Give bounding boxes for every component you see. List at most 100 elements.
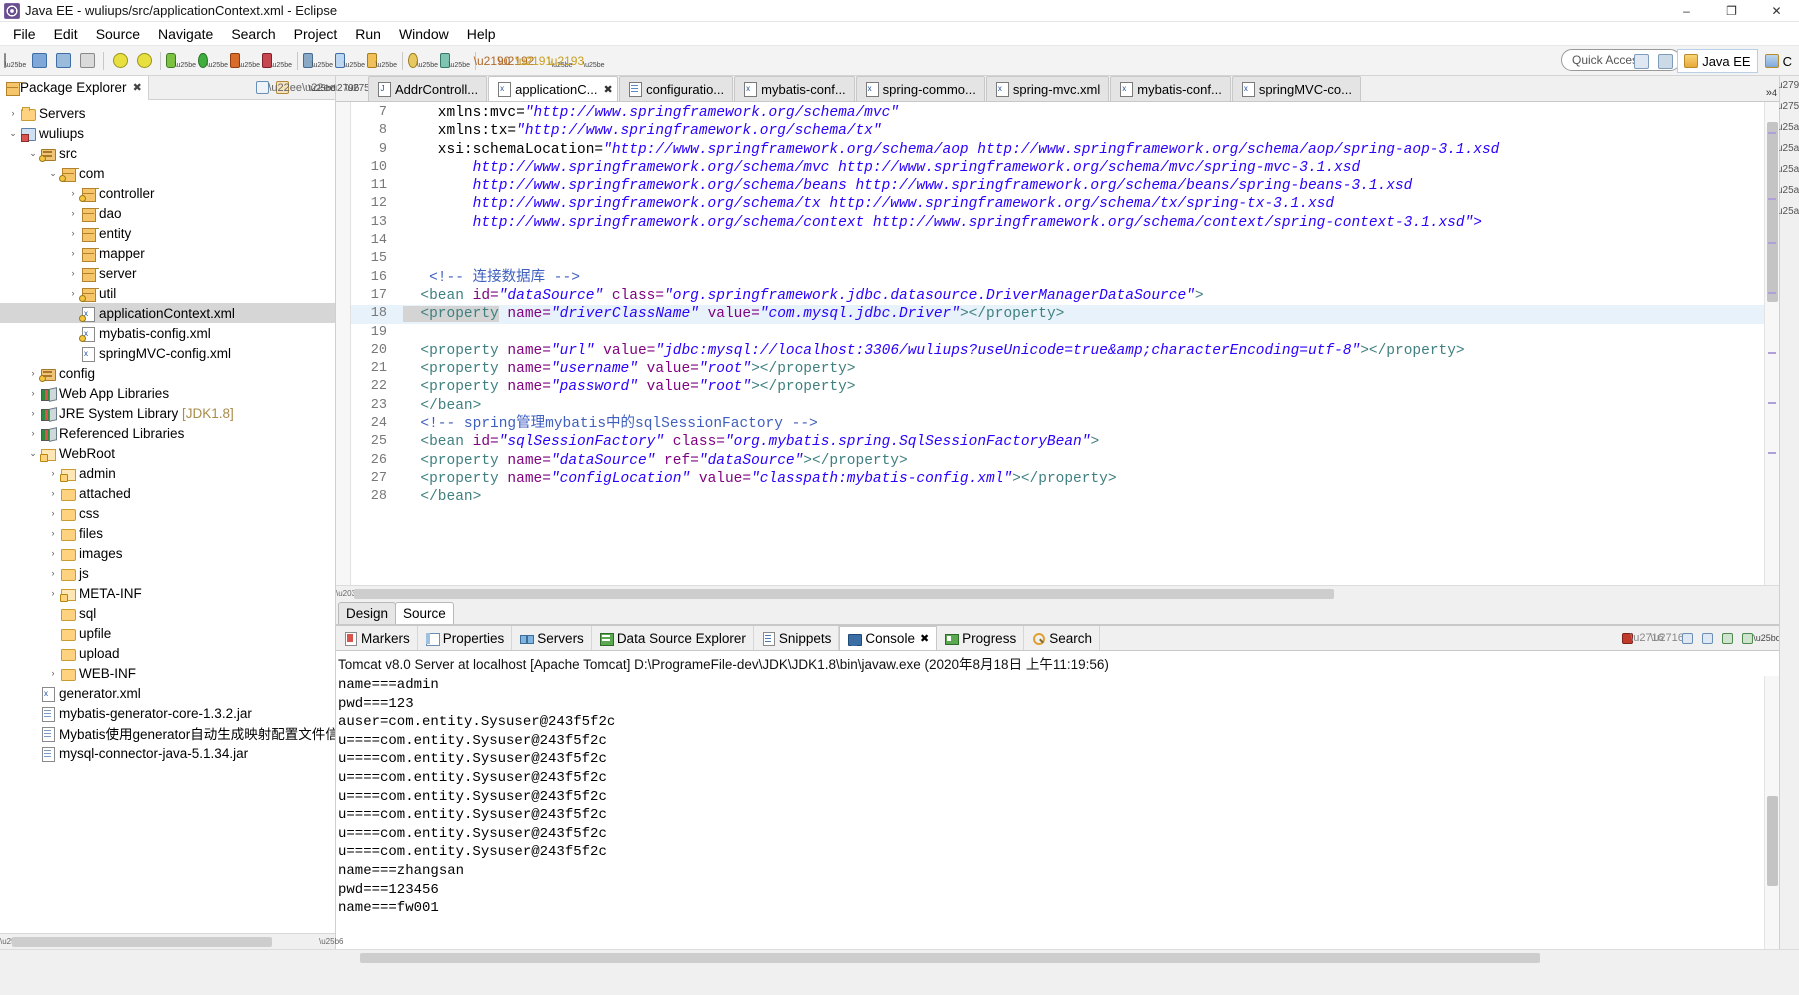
- code-line[interactable]: 21 <property name="username" value="root…: [351, 360, 1764, 378]
- tree-item-attached[interactable]: › attached: [0, 483, 335, 503]
- tree-item-mapper[interactable]: › mapper: [0, 243, 335, 263]
- open-perspective-button[interactable]: [1630, 50, 1652, 72]
- code-line[interactable]: 7 xmlns:mvc="http://www.springframework.…: [351, 104, 1764, 122]
- code-line[interactable]: 18 <property name="driverClassName" valu…: [351, 305, 1764, 324]
- menu-project[interactable]: Project: [285, 24, 347, 44]
- tree-item-config[interactable]: › config: [0, 363, 335, 383]
- code-line[interactable]: 20 <property name="url" value="jdbc:mysq…: [351, 342, 1764, 360]
- console-tab-markers[interactable]: Markers: [336, 626, 418, 650]
- menu-window[interactable]: Window: [390, 24, 458, 44]
- console-tab-search[interactable]: Search: [1024, 626, 1100, 650]
- expand-arrow-icon[interactable]: ›: [46, 488, 60, 498]
- tree-item-upload[interactable]: upload: [0, 643, 335, 663]
- tab-source[interactable]: Source: [395, 602, 454, 624]
- code-line[interactable]: 26 <property name="dataSource" ref="data…: [351, 452, 1764, 470]
- console-view-menu-icon[interactable]: \u25bd: [1753, 629, 1779, 647]
- tree-item-util[interactable]: › util: [0, 283, 335, 303]
- menu-edit[interactable]: Edit: [45, 24, 87, 44]
- code-line[interactable]: 23 </bean>: [351, 397, 1764, 415]
- menu-help[interactable]: Help: [458, 24, 505, 44]
- perspective-c[interactable]: C: [1758, 49, 1799, 73]
- expand-arrow-icon[interactable]: ›: [46, 548, 60, 558]
- scroll-lock-icon[interactable]: [1678, 629, 1696, 647]
- menu-source[interactable]: Source: [87, 24, 149, 44]
- remove-all-terminated-icon[interactable]: \u2716: [1650, 629, 1684, 647]
- tree-item-web-app-libraries[interactable]: › Web App Libraries: [0, 383, 335, 403]
- scroll-right-icon[interactable]: \u25b6: [319, 937, 343, 946]
- perspective-java-ee[interactable]: Java EE: [1677, 49, 1758, 73]
- undo-button[interactable]: [109, 50, 131, 72]
- code-line[interactable]: 14: [351, 232, 1764, 250]
- expand-arrow-icon[interactable]: ›: [26, 388, 40, 398]
- expand-arrow-icon[interactable]: ⌄: [26, 448, 40, 459]
- editor-tab-springmvc-co[interactable]: springMVC-co...: [1231, 76, 1362, 101]
- run-external-tools-button[interactable]: \u25be: [230, 50, 260, 72]
- close-button[interactable]: ✕: [1754, 0, 1799, 22]
- expand-arrow-icon[interactable]: ›: [46, 468, 60, 478]
- tree-item-entity[interactable]: › entity: [0, 223, 335, 243]
- coverage-button[interactable]: \u25be: [262, 50, 292, 72]
- tree-item-images[interactable]: › images: [0, 543, 335, 563]
- save-all-button[interactable]: [52, 50, 74, 72]
- tree-item-com[interactable]: ⌄ com: [0, 163, 335, 183]
- maximize-editor-icon[interactable]: \u2750: [345, 76, 376, 101]
- code-line[interactable]: 27 <property name="configLocation" value…: [351, 470, 1764, 488]
- tree-item-sql[interactable]: sql: [0, 603, 335, 623]
- print-button[interactable]: [76, 50, 98, 72]
- expand-arrow-icon[interactable]: ›: [46, 568, 60, 578]
- editor-tab-spring-commo[interactable]: spring-commo...: [855, 76, 985, 101]
- tree-item-mysql-connector-java-5-1-34-jar[interactable]: mysql-connector-java-5.1.34.jar: [0, 743, 335, 763]
- tree-item-applicationcontext-xml[interactable]: applicationContext.xml: [0, 303, 335, 323]
- expand-arrow-icon[interactable]: ›: [66, 228, 80, 238]
- close-icon[interactable]: ✖: [920, 632, 929, 645]
- new-button[interactable]: \u25be: [3, 50, 26, 72]
- expand-arrow-icon[interactable]: ›: [66, 188, 80, 198]
- code-line[interactable]: 13 http://www.springframework.org/schema…: [351, 214, 1764, 232]
- expand-arrow-icon[interactable]: ›: [26, 428, 40, 438]
- new-wizard-button[interactable]: \u25be: [335, 50, 365, 72]
- project-tree[interactable]: › Servers ⌄ wuliups ⌄ src ⌄ com › controller › dao ›…: [0, 100, 335, 933]
- editor-tab-addrcontroll[interactable]: AddrControll...: [368, 76, 488, 101]
- code-line[interactable]: 15: [351, 250, 1764, 268]
- editor-tab-applicationc[interactable]: applicationC... ✖: [488, 76, 619, 101]
- expand-arrow-icon[interactable]: ›: [46, 588, 60, 598]
- editor-overview-ruler[interactable]: [1765, 102, 1778, 585]
- tree-item-server[interactable]: › server: [0, 263, 335, 283]
- tree-item-web-inf[interactable]: › WEB-INF: [0, 663, 335, 683]
- close-icon[interactable]: ✖: [133, 81, 142, 94]
- editor-hscroll-thumb[interactable]: [354, 588, 1334, 599]
- code-line[interactable]: 8 xmlns:tx="http://www.springframework.o…: [351, 122, 1764, 140]
- code-line[interactable]: 9 xsi:schemaLocation="http://www.springf…: [351, 141, 1764, 159]
- editor-tab-mybatis-conf[interactable]: mybatis-conf...: [1110, 76, 1231, 101]
- editor-scroll-left-icon[interactable]: \u2039: [336, 589, 360, 598]
- menu-search[interactable]: Search: [222, 24, 284, 44]
- redo-button[interactable]: [133, 50, 155, 72]
- editor-tab-configuratio[interactable]: configuratio...: [619, 76, 734, 101]
- code-line[interactable]: 25 <bean id="sqlSessionFactory" class="o…: [351, 433, 1764, 451]
- console-tab-snippets[interactable]: Snippets: [754, 626, 840, 650]
- tree-item-controller[interactable]: › controller: [0, 183, 335, 203]
- tree-item-referenced-libraries[interactable]: › Referenced Libraries: [0, 423, 335, 443]
- code-scroll-area[interactable]: 7 xmlns:mvc="http://www.springframework.…: [351, 102, 1764, 585]
- minimize-button[interactable]: –: [1664, 0, 1709, 22]
- editor-tab-mybatis-conf[interactable]: mybatis-conf...: [734, 76, 855, 101]
- tree-item-src[interactable]: ⌄ src: [0, 143, 335, 163]
- bottom-horizontal-scrollbar[interactable]: [0, 949, 1799, 965]
- tree-item-jre-system-library[interactable]: › JRE System Library [JDK1.8]: [0, 403, 335, 423]
- view-tab-package-explorer[interactable]: Package Explorer ✖: [0, 75, 149, 100]
- expand-arrow-icon[interactable]: ›: [46, 528, 60, 538]
- display-selected-console-icon[interactable]: [1718, 629, 1736, 647]
- chevron-down-icon[interactable]: \u25bd: [308, 79, 336, 97]
- customize-perspective-button[interactable]: [1654, 50, 1676, 72]
- code-line[interactable]: 28 </bean>: [351, 488, 1764, 506]
- expand-arrow-icon[interactable]: ⌄: [26, 148, 40, 159]
- code-line[interactable]: 22 <property name="password" value="root…: [351, 378, 1764, 396]
- code-line[interactable]: 24 <!-- spring管理mybatis中的sqlSessionFacto…: [351, 415, 1764, 433]
- tree-item-servers[interactable]: › Servers: [0, 103, 335, 123]
- run-button[interactable]: \u25be: [198, 50, 228, 72]
- console-tab-data-source-explorer[interactable]: Data Source Explorer: [592, 626, 754, 650]
- expand-arrow-icon[interactable]: ›: [66, 208, 80, 218]
- new-java-class-button[interactable]: \u25be: [367, 50, 397, 72]
- editor-tab-spring-mvc-xml[interactable]: spring-mvc.xml: [985, 76, 1110, 101]
- console-scroll-thumb[interactable]: [1767, 796, 1778, 886]
